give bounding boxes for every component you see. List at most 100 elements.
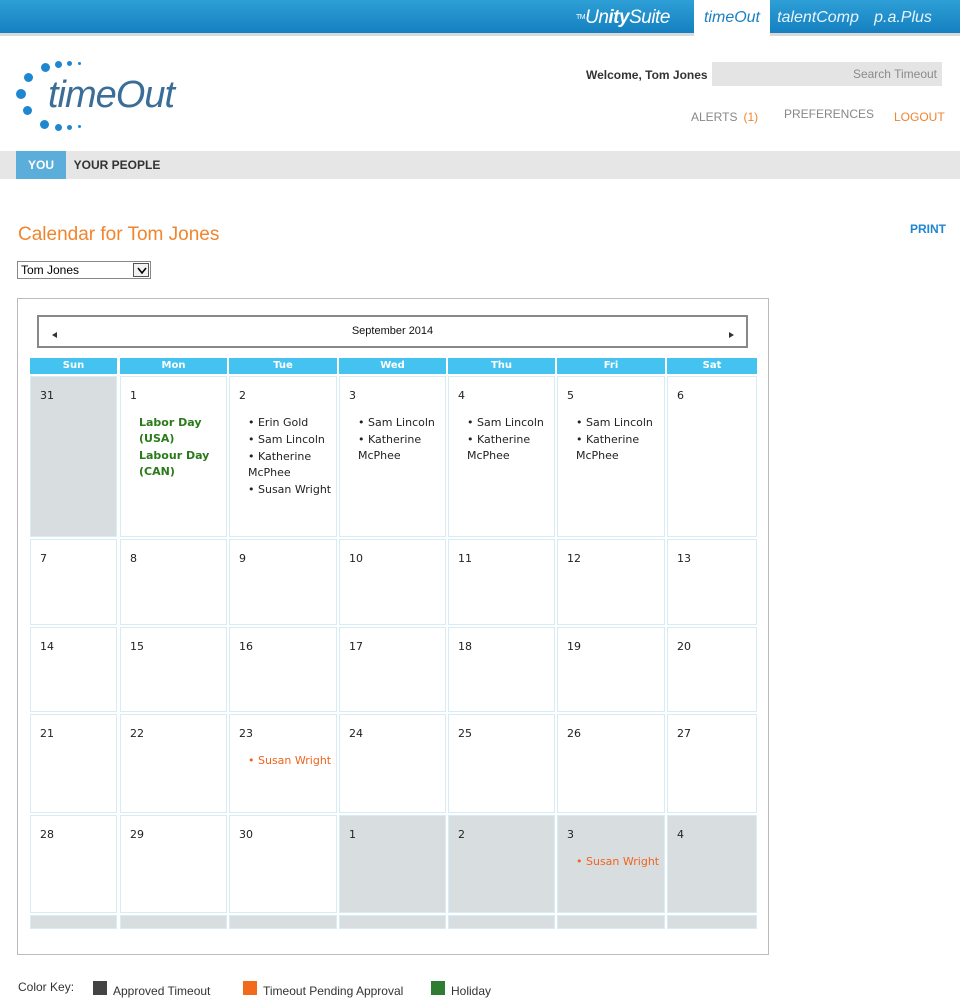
day-cell[interactable]: 29 — [120, 815, 227, 913]
timeout-entry[interactable]: • Susan Wright — [248, 482, 338, 498]
welcome-text: Welcome, Tom Jones — [586, 68, 708, 82]
day-number: 20 — [677, 640, 691, 653]
calendar-footer-cell — [120, 915, 227, 929]
day-number: 10 — [349, 552, 363, 565]
day-number: 12 — [567, 552, 581, 565]
day-cell[interactable]: 14 — [30, 627, 117, 712]
logo-dot — [78, 125, 81, 128]
day-cell[interactable]: 30 — [229, 815, 337, 913]
day-cell[interactable]: 5 • Sam Lincoln • Katherine McPhee — [557, 376, 665, 537]
day-cell[interactable]: 10 — [339, 539, 446, 625]
day-number: 2 — [458, 828, 465, 841]
day-cell[interactable]: 16 — [229, 627, 337, 712]
unitysuite-logo[interactable]: TMUnitySuite — [576, 6, 670, 30]
day-cell[interactable]: 8 — [120, 539, 227, 625]
day-cell[interactable]: 2 • Erin Gold • Sam Lincoln • Katherine McP… — [229, 376, 337, 537]
day-number: 13 — [677, 552, 691, 565]
timeout-entry[interactable]: • Sam Lincoln — [467, 415, 557, 431]
day-cell[interactable]: 22 — [120, 714, 227, 813]
day-cell[interactable]: 13 — [667, 539, 757, 625]
logo-dot — [67, 61, 72, 66]
logo-dot — [67, 125, 72, 130]
day-cell[interactable]: 15 — [120, 627, 227, 712]
logo-dot — [40, 120, 49, 129]
color-key-label: Color Key: — [18, 980, 75, 994]
day-number: 24 — [349, 727, 363, 740]
day-cell[interactable]: 2 — [448, 815, 555, 913]
day-number: 21 — [40, 727, 54, 740]
app-tab-paplus[interactable]: p.a.Plus — [866, 0, 940, 36]
timeout-logo[interactable]: timeOut — [14, 58, 175, 134]
timeout-entry[interactable]: • Susan Wright — [576, 854, 666, 870]
timeout-entry[interactable]: • Erin Gold — [248, 415, 338, 431]
search-input[interactable] — [712, 62, 942, 86]
timeout-entry[interactable]: • Katherine McPhee — [576, 432, 666, 464]
next-month-icon[interactable] — [725, 326, 737, 338]
event-list: • Sam Lincoln • Katherine McPhee — [576, 415, 666, 465]
day-cell[interactable]: 6 — [667, 376, 757, 537]
day-cell[interactable]: 4 — [667, 815, 757, 913]
day-number: 22 — [130, 727, 144, 740]
day-number: 18 — [458, 640, 472, 653]
day-cell[interactable]: 25 — [448, 714, 555, 813]
weekday-thu: Thu — [448, 358, 555, 374]
timeout-entry[interactable]: • Sam Lincoln — [248, 432, 338, 448]
day-cell[interactable]: 12 — [557, 539, 665, 625]
print-link[interactable]: PRINT — [910, 222, 946, 236]
app-tab-timeout[interactable]: timeOut — [694, 0, 770, 36]
day-cell[interactable]: 18 — [448, 627, 555, 712]
day-cell[interactable]: 28 — [30, 815, 117, 913]
day-cell[interactable]: 27 — [667, 714, 757, 813]
timeout-entry[interactable]: • Katherine McPhee — [467, 432, 557, 464]
day-cell[interactable]: 9 — [229, 539, 337, 625]
day-cell[interactable]: 11 — [448, 539, 555, 625]
day-number: 6 — [677, 389, 684, 402]
day-number: 11 — [458, 552, 472, 565]
calendar-footer-cell — [229, 915, 337, 929]
day-cell[interactable]: 31 — [30, 376, 117, 537]
day-cell[interactable]: 19 — [557, 627, 665, 712]
day-number: 30 — [239, 828, 253, 841]
day-cell[interactable]: 21 — [30, 714, 117, 813]
day-cell[interactable]: 3 • Sam Lincoln • Katherine McPhee — [339, 376, 446, 537]
day-cell[interactable]: 20 — [667, 627, 757, 712]
color-key-item: Holiday — [451, 984, 492, 998]
day-number: 19 — [567, 640, 581, 653]
day-cell[interactable]: 4 • Sam Lincoln • Katherine McPhee — [448, 376, 555, 537]
alerts-link[interactable]: ALERTS (1) — [691, 110, 758, 124]
tab-you[interactable]: YOU — [16, 151, 66, 179]
day-number: 5 — [567, 389, 574, 402]
day-cell[interactable]: 23 • Susan Wright — [229, 714, 337, 813]
weekday-header: Sun Mon Tue Wed Thu Fri Sat — [30, 358, 757, 374]
timeout-entry[interactable]: • Katherine McPhee — [248, 449, 338, 481]
day-cell[interactable]: 24 — [339, 714, 446, 813]
app-tab-talentcomp[interactable]: talentComp — [772, 0, 864, 36]
logout-link[interactable]: LOGOUT — [894, 110, 945, 124]
day-cell[interactable]: 1 — [339, 815, 446, 913]
calendar-footer-cell — [557, 915, 665, 929]
timeout-entry[interactable]: • Susan Wright — [248, 753, 338, 769]
day-number: 26 — [567, 727, 581, 740]
day-number: 3 — [567, 828, 574, 841]
timeout-entry[interactable]: • Sam Lincoln — [576, 415, 666, 431]
timeout-entry[interactable]: • Katherine McPhee — [358, 432, 448, 464]
suite-bar: TMUnitySuite timeOut talentComp p.a.Plus — [0, 0, 960, 36]
tab-your-people[interactable]: YOUR PEOPLE — [72, 151, 162, 179]
preferences-link[interactable]: PREFERENCES — [784, 107, 874, 121]
day-cell[interactable]: 1 Labor Day (USA) Labour Day (CAN) — [120, 376, 227, 537]
event-list: • Sam Lincoln • Katherine McPhee — [358, 415, 448, 465]
day-cell[interactable]: 26 — [557, 714, 665, 813]
day-cell[interactable]: 3 • Susan Wright — [557, 815, 665, 913]
weekday-fri: Fri — [557, 358, 665, 374]
chevron-down-icon[interactable] — [133, 263, 149, 277]
day-number: 1 — [349, 828, 356, 841]
day-cell[interactable]: 7 — [30, 539, 117, 625]
holiday-label[interactable]: Labour Day (CAN) — [139, 448, 229, 480]
person-select[interactable]: Tom Jones — [17, 261, 151, 279]
timeout-entry[interactable]: • Sam Lincoln — [358, 415, 448, 431]
calendar-footer-cell — [339, 915, 446, 929]
day-number: 29 — [130, 828, 144, 841]
holiday-label[interactable]: Labor Day (USA) — [139, 415, 229, 447]
day-number: 9 — [239, 552, 246, 565]
day-cell[interactable]: 17 — [339, 627, 446, 712]
